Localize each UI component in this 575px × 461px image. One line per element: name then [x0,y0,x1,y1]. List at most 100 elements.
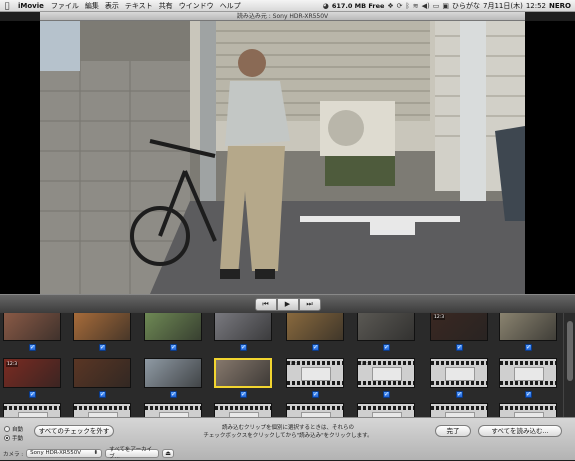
clip-checkbox[interactable]: ✓ [240,391,247,398]
user-name[interactable]: NERO [549,2,571,10]
clip-grid: ✓ ✓ ✓ ✓ ✓ ✓ 12:3 ✓ ✓ 12:3 ✓ ✓ ✓ ✓ 12:5 ✓ 12:5 ✓ ✓ ✓ [0,313,563,417]
import-mode-switch: 自動 手動 [4,424,30,444]
done-button[interactable]: 完了 [435,425,471,437]
mode-manual-option[interactable]: 手動 [4,433,30,442]
clip-checkbox[interactable]: ✓ [456,391,463,398]
clip-frame[interactable]: 12:3 [3,358,61,388]
menu-window[interactable]: ウインドウ [176,1,217,11]
camera-value: Sony HDR-XR550V [30,450,81,456]
clip-checkbox[interactable]: ✓ [383,344,390,351]
import-options-bar: 自動 手動 すべてのチェックを外す 読み込むクリップを個別に選択するときは、それ… [0,417,575,460]
film-frame [372,367,402,381]
filmstrip-placeholder[interactable] [73,403,131,417]
import-all-button[interactable]: すべてを読み込む... [478,425,562,437]
viewer [0,21,575,294]
radio-manual[interactable] [4,434,10,441]
hint-line-1: 読み込むクリップを個別に選択するときは、それらの [221,425,354,431]
clip-frame[interactable]: 12:3 [430,313,488,341]
filmstrip-placeholder[interactable] [144,403,202,417]
clip-checkbox[interactable]: ✓ [456,344,463,351]
eject-icon: ⏏ [165,450,171,457]
hint-line-2: チェックボックスをクリックしてから"読み込み"をクリックします。 [203,433,373,439]
play-icon: ▶ [284,300,291,308]
filmstrip-placeholder[interactable] [214,403,272,417]
clip-checkbox[interactable]: ✓ [525,391,532,398]
clip-timecode: 12:5 [290,362,301,367]
scrollbar-thumb[interactable] [567,321,573,381]
mode-auto-option[interactable]: 自動 [4,424,30,433]
clip-checkbox[interactable]: ✓ [312,344,319,351]
clip-frame[interactable] [214,358,272,388]
clip-checkbox[interactable]: ✓ [525,344,532,351]
filmstrip-placeholder[interactable]: 12:5 [357,358,415,388]
skip-back-icon: ⏮ [262,299,269,308]
grid-scrollbar[interactable] [563,313,575,417]
camera-select[interactable]: Sony HDR-XR550V ⬍ [26,449,103,458]
mode-manual-label: 手動 [12,435,24,442]
input-menu-icon[interactable]: ▣ [442,2,449,10]
radio-auto[interactable] [4,425,10,432]
clip-timecode: 12:3 [433,315,446,320]
clip-frame[interactable] [144,358,202,388]
clip-timecode: 12:3 [6,362,19,367]
film-frame [445,367,475,381]
menu-text[interactable]: テキスト [122,1,156,11]
clip-checkbox[interactable]: ✓ [170,344,177,351]
eject-button[interactable]: ⏏ [162,449,175,458]
clip-frame[interactable] [73,358,131,388]
clip-timecode: 12:5 [361,362,372,367]
clip-frame[interactable] [214,313,272,341]
memory-free[interactable]: 617.0 MB Free [332,2,385,10]
menu-help[interactable]: ヘルプ [217,1,244,11]
clip-checkbox[interactable]: ✓ [29,344,36,351]
clip-checkbox[interactable]: ✓ [99,344,106,351]
clip-checkbox[interactable]: ✓ [170,391,177,398]
menu-bar:  iMovie ファイル 編集 表示 テキスト 共有 ウインドウ ヘルプ ◕ … [0,0,575,12]
filmstrip-placeholder[interactable] [3,403,61,417]
clip-checkbox[interactable]: ✓ [29,391,36,398]
filmstrip-placeholder[interactable] [430,358,488,388]
window-title: 読み込み元 : Sony HDR-XR550V [40,12,525,21]
clip-frame[interactable] [357,313,415,341]
sync-icon[interactable]: ⟳ [397,2,403,10]
clip-checkbox[interactable]: ✓ [312,391,319,398]
clip-checkbox[interactable]: ✓ [240,344,247,351]
clip-checkbox[interactable]: ✓ [383,391,390,398]
uncheck-all-button[interactable]: すべてのチェックを外す [34,425,114,437]
bluetooth-icon[interactable]: ᛒ [406,2,410,10]
clip-frame[interactable] [144,313,202,341]
apple-menu-icon[interactable]:  [0,1,14,10]
camera-label: カメラ : [3,451,24,458]
clip-frame[interactable] [3,313,61,341]
filmstrip-placeholder[interactable] [499,403,557,417]
filmstrip-placeholder[interactable]: 12:5 [286,358,344,388]
date[interactable]: 7月11日(木) [483,1,523,11]
clip-frame[interactable] [73,313,131,341]
filmstrip-placeholder[interactable] [286,403,344,417]
input-method[interactable]: ひらがな [452,1,480,11]
clip-frame[interactable] [499,313,557,341]
filmstrip-placeholder[interactable] [357,403,415,417]
archive-all-button[interactable]: すべてをアーカイブ... [105,447,160,460]
play-button[interactable]: ▶ [276,297,299,311]
wifi-icon[interactable]: ≋ [413,2,419,10]
menu-share[interactable]: 共有 [156,1,176,11]
next-clip-button[interactable]: ⏭ [298,297,321,311]
clip-frame[interactable] [286,313,344,341]
menu-app-imovie[interactable]: iMovie [14,2,48,10]
filmstrip-placeholder[interactable] [430,403,488,417]
menu-edit[interactable]: 編集 [82,1,102,11]
battery-icon[interactable]: ▭ [433,2,440,10]
clock[interactable]: 12:52 [526,2,546,10]
memory-status-icon[interactable]: ◕ [323,2,329,10]
clip-checkbox[interactable]: ✓ [99,391,106,398]
dropbox-icon[interactable]: ❖ [387,2,393,10]
filmstrip-placeholder[interactable] [499,358,557,388]
chevron-down-icon: ⬍ [93,450,99,456]
volume-icon[interactable]: ◀) [422,2,430,10]
mode-auto-label: 自動 [12,426,24,433]
menu-file[interactable]: ファイル [48,1,82,11]
menu-view[interactable]: 表示 [102,1,122,11]
transport-controls: ⏮ ▶ ⏭ [0,294,575,313]
previous-clip-button[interactable]: ⏮ [254,297,277,311]
